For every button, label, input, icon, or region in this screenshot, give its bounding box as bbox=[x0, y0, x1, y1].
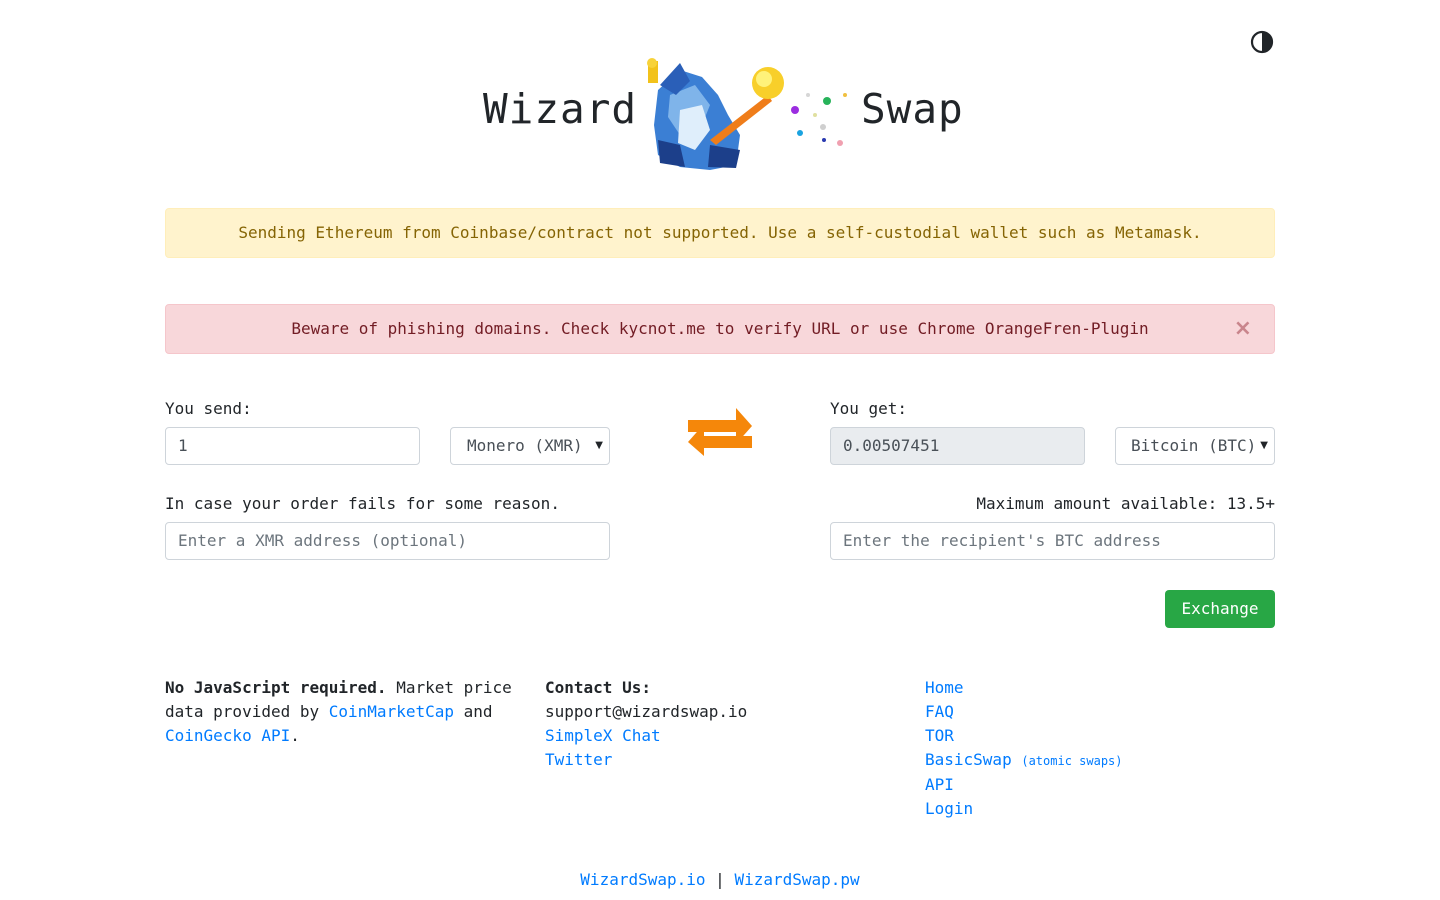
footer-about: No JavaScript required. Market price dat… bbox=[165, 676, 525, 748]
about-bold-text: No JavaScript required. bbox=[165, 678, 387, 697]
send-currency-value: Monero (XMR) bbox=[467, 436, 583, 455]
domain-link-io[interactable]: WizardSwap.io bbox=[580, 870, 705, 889]
contact-email: support@wizardswap.io bbox=[545, 702, 748, 721]
recipient-address-input[interactable]: Enter the recipient's BTC address bbox=[830, 522, 1275, 560]
domain-links: WizardSwap.io | WizardSwap.pw bbox=[0, 868, 1440, 892]
close-icon[interactable]: × bbox=[1234, 305, 1252, 353]
chevron-down-icon: ▼ bbox=[595, 440, 603, 451]
exchange-button[interactable]: Exchange bbox=[1165, 590, 1275, 628]
coinmarketcap-link[interactable]: CoinMarketCap bbox=[329, 702, 454, 721]
brand-word-left: Wizard bbox=[483, 85, 638, 133]
send-currency-select[interactable]: Monero (XMR) ▼ bbox=[450, 427, 610, 465]
theme-toggle-button[interactable] bbox=[1250, 30, 1274, 54]
send-amount-value: 1 bbox=[178, 436, 188, 455]
send-label: You send: bbox=[165, 399, 252, 418]
get-currency-value: Bitcoin (BTC) bbox=[1131, 436, 1257, 455]
get-label: You get: bbox=[830, 399, 908, 418]
phishing-warning-alert: Beware of phishing domains. Check kycnot… bbox=[165, 304, 1275, 354]
domain-link-pw[interactable]: WizardSwap.pw bbox=[734, 870, 859, 889]
contact-heading: Contact Us: bbox=[545, 678, 651, 697]
send-amount-input[interactable]: 1 bbox=[165, 427, 420, 465]
nav-link-basicswap[interactable]: BasicSwap bbox=[925, 750, 1012, 769]
footer-nav: Home FAQ TOR BasicSwap (atomic swaps) AP… bbox=[925, 676, 1275, 821]
domain-separator: | bbox=[715, 870, 725, 889]
about-text-2: and bbox=[454, 702, 493, 721]
about-text-3: . bbox=[290, 726, 300, 745]
basicswap-note: (atomic swaps) bbox=[1021, 754, 1123, 768]
nav-link-faq[interactable]: FAQ bbox=[925, 702, 954, 721]
refund-label: In case your order fails for some reason… bbox=[165, 494, 560, 513]
danger-alert-text: Beware of phishing domains. Check kycnot… bbox=[291, 319, 1149, 338]
swap-arrows-icon[interactable] bbox=[686, 406, 754, 458]
brand-word-right: Swap bbox=[861, 85, 964, 133]
max-amount-label: Maximum amount available: 13.5+ bbox=[976, 494, 1275, 513]
refund-address-placeholder: Enter a XMR address (optional) bbox=[178, 531, 467, 550]
get-amount-output: 0.00507451 bbox=[830, 427, 1085, 465]
warning-alert-text: Sending Ethereum from Coinbase/contract … bbox=[238, 223, 1202, 242]
nav-link-tor[interactable]: TOR bbox=[925, 726, 954, 745]
site-header: Wizard Swap bbox=[0, 55, 1440, 180]
get-amount-value: 0.00507451 bbox=[843, 436, 940, 455]
nav-link-login[interactable]: Login bbox=[925, 799, 973, 818]
recipient-address-placeholder: Enter the recipient's BTC address bbox=[843, 531, 1161, 550]
refund-address-input[interactable]: Enter a XMR address (optional) bbox=[165, 522, 610, 560]
nav-link-api[interactable]: API bbox=[925, 775, 954, 794]
footer-contact: Contact Us: support@wizardswap.io Simple… bbox=[545, 676, 885, 772]
wizard-logo-icon[interactable] bbox=[640, 55, 855, 177]
ethereum-warning-alert: Sending Ethereum from Coinbase/contract … bbox=[165, 208, 1275, 258]
get-currency-select[interactable]: Bitcoin (BTC) ▼ bbox=[1115, 427, 1275, 465]
twitter-link[interactable]: Twitter bbox=[545, 750, 612, 769]
simplex-chat-link[interactable]: SimpleX Chat bbox=[545, 726, 661, 745]
coingecko-link[interactable]: CoinGecko API bbox=[165, 726, 290, 745]
contrast-icon bbox=[1250, 30, 1274, 54]
nav-link-home[interactable]: Home bbox=[925, 678, 964, 697]
chevron-down-icon: ▼ bbox=[1260, 440, 1268, 451]
